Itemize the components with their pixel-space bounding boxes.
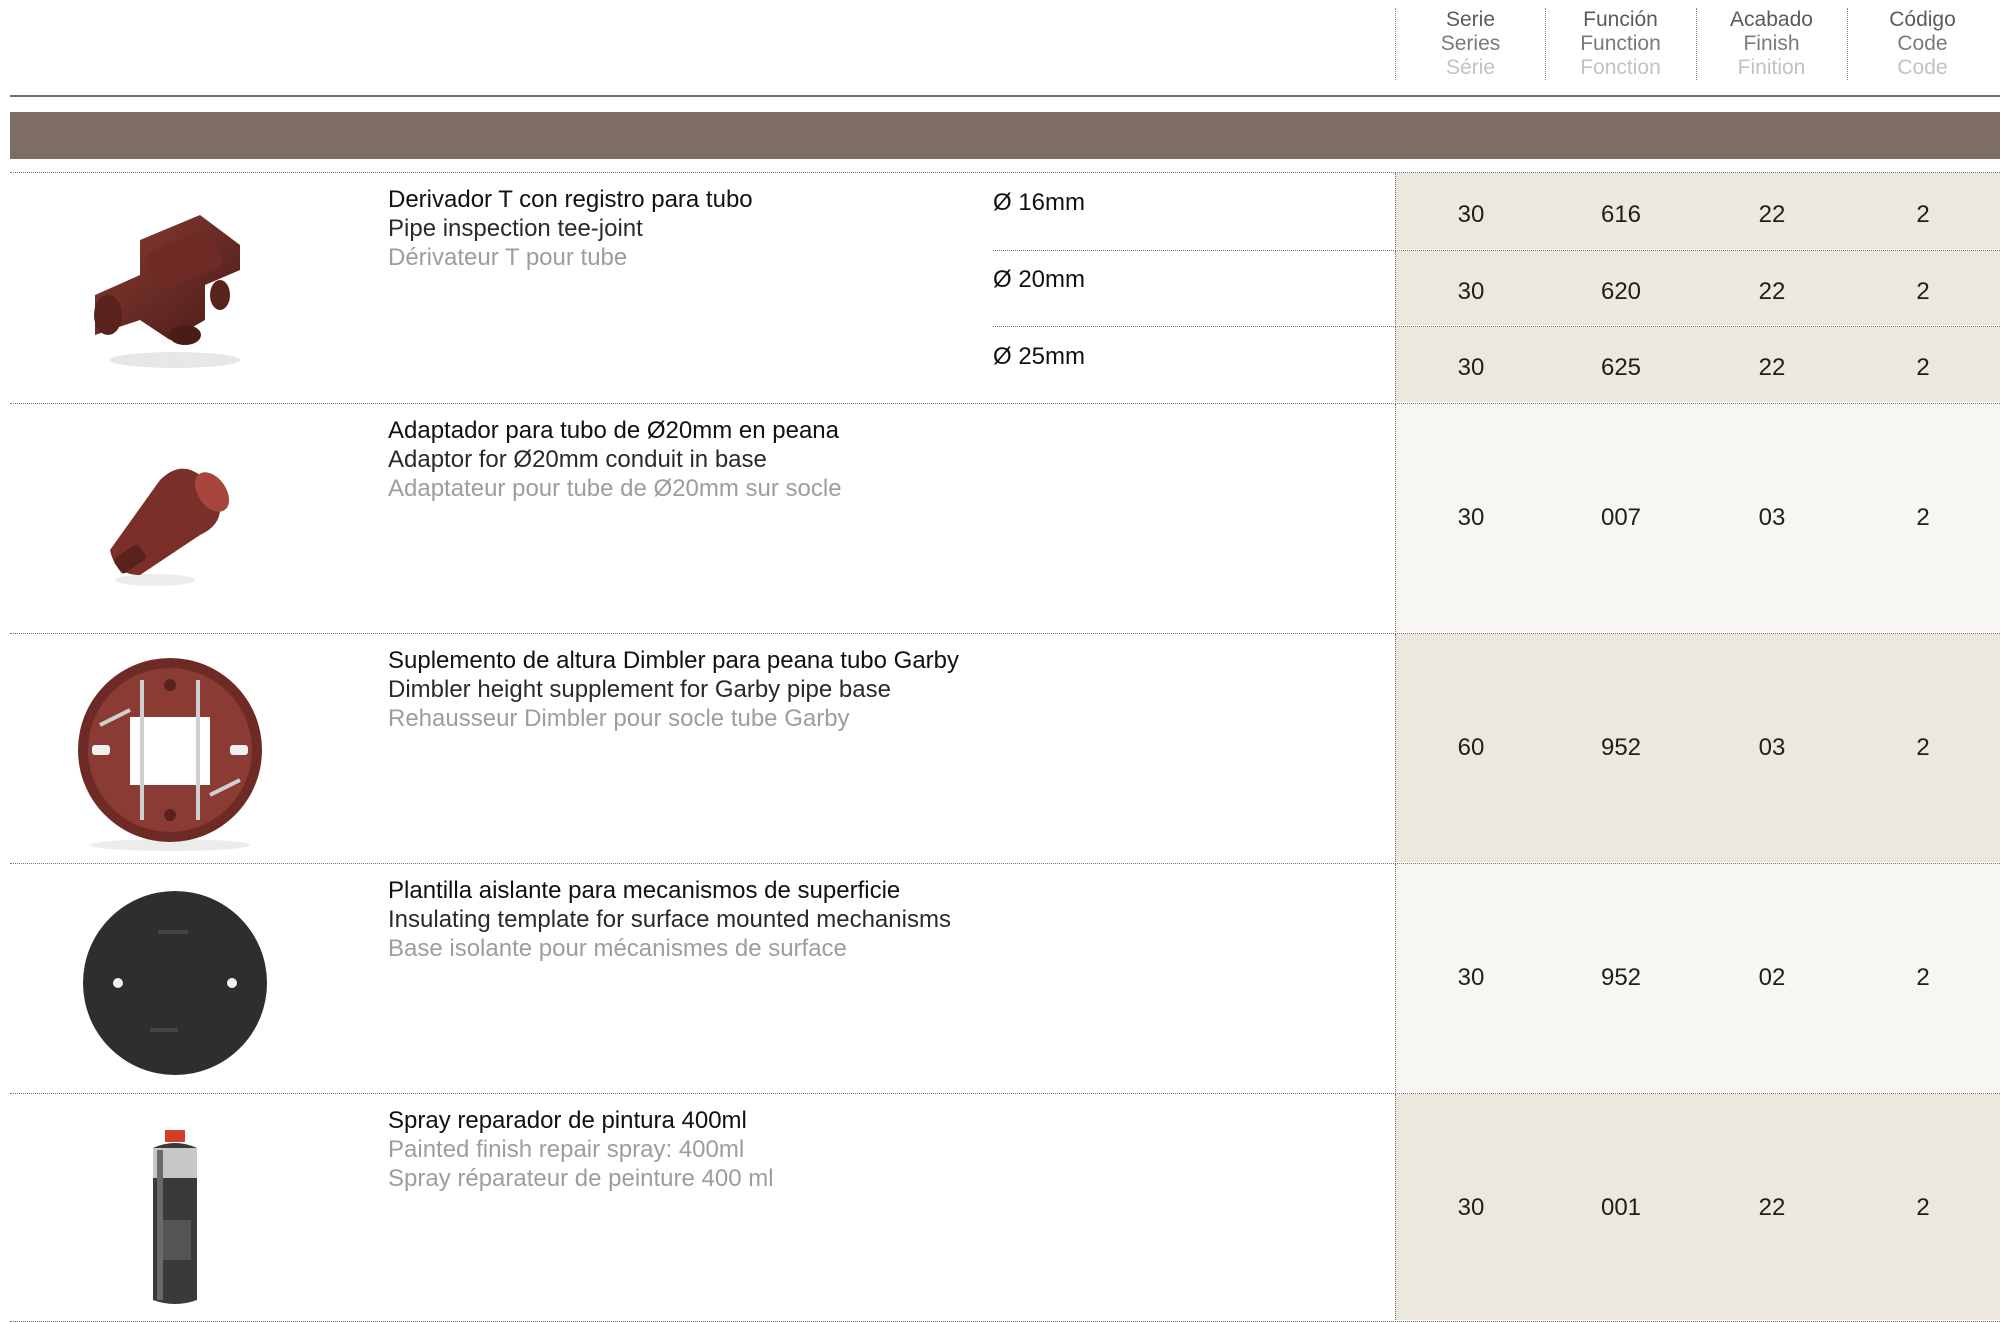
cell-funcion: 007 — [1600, 504, 1642, 531]
cell-serie: 30 — [1457, 964, 1485, 991]
header-divider — [10, 95, 2000, 97]
row-divider — [10, 1321, 2000, 1322]
cell-acabado: 02 — [1758, 964, 1786, 991]
code-cells: 30 620 22 2 — [1395, 251, 2000, 325]
section-band — [10, 112, 2000, 159]
cell-acabado: 22 — [1758, 201, 1786, 228]
description-es: Derivador T con registro para tubo — [388, 186, 753, 213]
description-en: Dimbler height supplement for Garby pipe… — [388, 676, 891, 703]
description-fr: Dérivateur T pour tube — [388, 244, 628, 271]
header-label-fr: Finition — [1737, 56, 1806, 79]
insulating-template-icon — [80, 888, 270, 1083]
cell-serie: 30 — [1457, 278, 1485, 305]
description-fr: Rehausseur Dimbler pour socle tube Garby — [388, 705, 850, 732]
spray-can-icon — [145, 1130, 205, 1315]
header-label-fr: Code — [1897, 56, 1948, 79]
cell-serie: 60 — [1457, 734, 1485, 761]
cell-funcion: 952 — [1600, 734, 1642, 761]
header-acabado: Acabado Finish Finition — [1696, 8, 1846, 80]
cell-acabado: 22 — [1758, 1194, 1786, 1221]
description-en: Pipe inspection tee-joint — [388, 215, 643, 242]
product-description: Spray reparador de pintura 400ml Painted… — [388, 1106, 774, 1193]
cell-funcion: 001 — [1600, 1194, 1642, 1221]
header-label-es: Acabado — [1730, 8, 1813, 31]
product-description: Adaptador para tubo de Ø20mm en peana Ad… — [388, 416, 842, 503]
description-fr: Base isolante pour mécanismes de surface — [388, 935, 847, 962]
code-cells: 30 616 22 2 — [1395, 173, 2000, 249]
header-serie: Serie Series Série — [1395, 8, 1545, 80]
code-cells: 30 007 03 2 — [1395, 404, 2000, 632]
header-label-en: Function — [1580, 32, 1661, 55]
description-es: Plantilla aislante para mecanismos de su… — [388, 877, 901, 904]
cell-acabado: 22 — [1758, 278, 1786, 305]
diameter-label: Ø 25mm — [993, 343, 1086, 370]
header-label-es: Código — [1889, 8, 1956, 31]
cell-funcion: 620 — [1600, 278, 1642, 305]
code-cells: 60 952 03 2 — [1395, 634, 2000, 862]
cell-codigo: 2 — [1916, 278, 1930, 305]
header-label-fr: Série — [1445, 56, 1496, 79]
description-es: Adaptador para tubo de Ø20mm en peana — [388, 417, 839, 444]
description-en: Insulating template for surface mounted … — [388, 906, 951, 933]
cell-codigo: 2 — [1916, 201, 1930, 228]
cell-acabado: 03 — [1758, 504, 1786, 531]
cell-codigo: 2 — [1916, 1194, 1930, 1221]
description-fr: Adaptateur pour tube de Ø20mm sur socle — [388, 475, 842, 502]
product-description: Plantilla aislante para mecanismos de su… — [388, 876, 951, 963]
cell-funcion: 625 — [1600, 354, 1642, 381]
header-label-en: Series — [1440, 32, 1501, 55]
description-en: Adaptor for Ø20mm conduit in base — [388, 446, 767, 473]
cell-funcion: 616 — [1600, 201, 1642, 228]
product-description: Suplemento de altura Dimbler para peana … — [388, 646, 959, 733]
cell-codigo: 2 — [1916, 354, 1930, 381]
header-label-fr: Fonction — [1580, 56, 1661, 79]
description-fr: Spray réparateur de peinture 400 ml — [388, 1165, 774, 1192]
cell-codigo: 2 — [1916, 964, 1930, 991]
adaptor-icon — [100, 450, 230, 595]
code-cells: 30 001 22 2 — [1395, 1094, 2000, 1320]
height-supplement-icon — [70, 655, 270, 860]
code-cells: 30 952 02 2 — [1395, 864, 2000, 1092]
diameter-label: Ø 16mm — [993, 189, 1086, 216]
description-es: Suplemento de altura Dimbler para peana … — [388, 647, 960, 674]
product-description: Derivador T con registro para tubo Pipe … — [388, 185, 753, 272]
tee-joint-icon — [80, 200, 260, 385]
cell-acabado: 22 — [1758, 354, 1786, 381]
header-label-en: Code — [1897, 32, 1948, 55]
header-label-es: Función — [1583, 8, 1658, 31]
cell-codigo: 2 — [1916, 504, 1930, 531]
header-funcion: Función Function Fonction — [1545, 8, 1695, 80]
diameter-label: Ø 20mm — [993, 266, 1086, 293]
header-label-es: Serie — [1445, 8, 1496, 31]
cell-funcion: 952 — [1600, 964, 1642, 991]
cell-serie: 30 — [1457, 1194, 1485, 1221]
cell-serie: 30 — [1457, 201, 1485, 228]
cell-serie: 30 — [1457, 504, 1485, 531]
cell-acabado: 03 — [1758, 734, 1786, 761]
header-label-en: Finish — [1743, 32, 1800, 55]
code-cells: 30 625 22 2 — [1395, 327, 2000, 402]
description-es: Spray reparador de pintura 400ml — [388, 1107, 747, 1134]
header-codigo: Código Code Code — [1847, 8, 1997, 80]
cell-codigo: 2 — [1916, 734, 1930, 761]
description-en: Painted finish repair spray: 400ml — [388, 1136, 745, 1163]
cell-serie: 30 — [1457, 354, 1485, 381]
